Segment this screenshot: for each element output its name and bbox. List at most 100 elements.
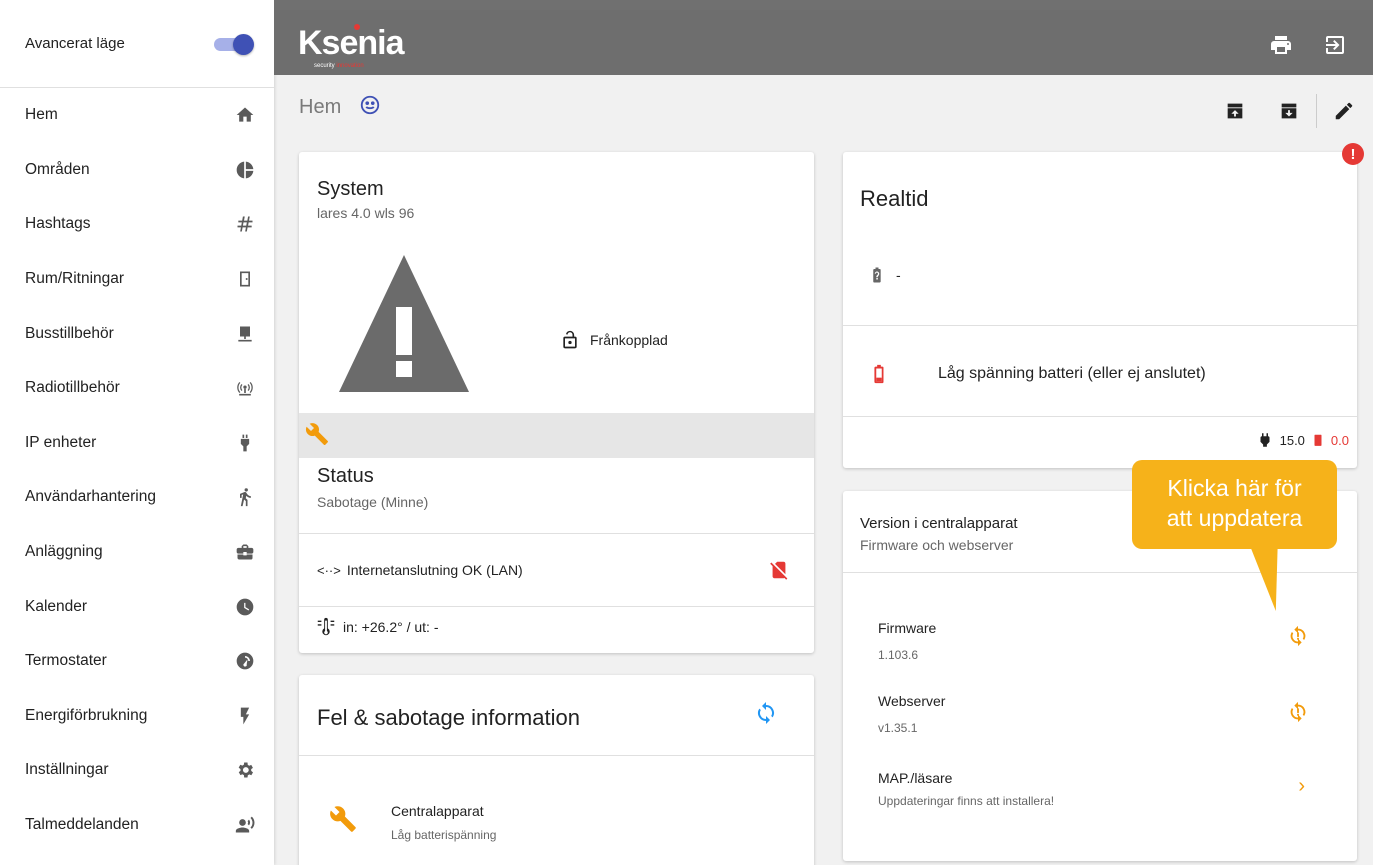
edit-pencil-icon[interactable] <box>1331 98 1357 124</box>
archive-download-icon[interactable] <box>1276 98 1302 124</box>
version-title: Version i centralapparat <box>860 515 1018 532</box>
sidebar-item-label: IP enheter <box>25 433 97 451</box>
webserver-version: v1.35.1 <box>878 721 918 735</box>
low-battery-row: Låg spänning batteri (eller ej anslutet) <box>868 363 1206 385</box>
sidebar-item-anlaggning[interactable]: Anläggning <box>0 525 274 580</box>
battery-status: - <box>868 264 901 286</box>
webserver-label: Webserver <box>878 693 946 709</box>
print-icon[interactable] <box>1269 33 1293 57</box>
battery-low-icon <box>874 364 884 384</box>
logout-icon[interactable] <box>1323 33 1347 57</box>
lightning-icon <box>234 705 256 727</box>
low-battery-text: Låg spänning batteri (eller ej anslutet) <box>938 365 1206 382</box>
logo-tagline: security innovation <box>314 63 364 69</box>
map-reader-label: MAP./läsare <box>878 770 953 786</box>
gear-icon <box>234 759 256 781</box>
logo-dot <box>354 24 360 30</box>
fault-item-subtitle: Låg batterispänning <box>391 828 497 842</box>
sidebar-item-label: Hem <box>25 106 58 124</box>
top-bar-inner: Ksenia security innovation <box>274 10 1373 75</box>
plug-icon <box>234 432 256 454</box>
door-icon <box>234 268 256 290</box>
wrench-icon <box>330 806 356 832</box>
network-status-text: Internetanslutning OK (LAN) <box>346 562 523 578</box>
actions-divider <box>1316 94 1317 128</box>
sidebar-item-radiotillbehor[interactable]: Radiotillbehör <box>0 361 274 416</box>
callout-line-2: att uppdatera <box>1166 505 1303 531</box>
update-callout: Klicka här för att uppdatera <box>1132 460 1337 549</box>
hashtag-icon <box>234 213 256 235</box>
system-title: System <box>317 178 384 200</box>
system-card: System lares 4.0 wls 96 Frånkopplad Stat… <box>299 152 814 653</box>
sidebar-nav: Hem Områden Hashtags Rum/Ritningar Busst… <box>0 88 274 852</box>
battery-value: - <box>896 267 901 283</box>
firmware-label: Firmware <box>878 620 937 636</box>
walking-person-icon <box>234 486 256 508</box>
network-code-icon: <··> <box>317 562 341 578</box>
lock-status: Frånkopplad <box>560 330 668 350</box>
sidebar-item-label: Talmeddelanden <box>25 816 139 834</box>
logo-tag-security: security <box>314 63 335 69</box>
sidebar-item-omraden[interactable]: Områden <box>0 143 274 198</box>
fault-item-title: Centralapparat <box>391 803 484 819</box>
monitor-icon <box>234 323 256 345</box>
sidebar-item-busstillbehor[interactable]: Busstillbehör <box>0 306 274 361</box>
gauge-icon <box>234 650 256 672</box>
system-subtitle: lares 4.0 wls 96 <box>317 205 415 221</box>
sidebar-item-label: Energiförbrukning <box>25 706 148 724</box>
sidebar: Avancerat läge Hem Områden Hashtags Rum/… <box>0 0 274 865</box>
speaking-person-icon <box>234 814 256 836</box>
sidebar-item-label: Områden <box>25 160 90 178</box>
sidebar-item-termostater[interactable]: Termostater <box>0 634 274 689</box>
fault-card: Fel & sabotage information Centralappara… <box>299 675 814 865</box>
sidebar-item-hem[interactable]: Hem <box>0 88 274 143</box>
sidebar-item-talmeddelanden[interactable]: Talmeddelanden <box>0 798 274 853</box>
chevron-right-icon[interactable]: › <box>1298 775 1305 798</box>
power-plug-icon <box>1260 433 1270 447</box>
map-reader-status: Uppdateringar finns att installera! <box>878 794 1055 808</box>
sidebar-item-ip-enheter[interactable]: IP enheter <box>0 416 274 471</box>
sidebar-item-rum[interactable]: Rum/Ritningar <box>0 252 274 307</box>
logo-text: Ksenia <box>298 24 404 62</box>
page-actions <box>1194 94 1357 128</box>
wrench-icon <box>305 423 328 445</box>
breadcrumb: Hem <box>299 94 381 121</box>
clock-icon <box>234 596 256 618</box>
divider <box>299 606 814 607</box>
sidebar-item-energiforbrukning[interactable]: Energiförbrukning <box>0 689 274 744</box>
divider <box>843 325 1357 326</box>
sidebar-item-label: Inställningar <box>25 761 109 779</box>
page-title: Hem <box>299 96 342 118</box>
radio-tower-icon <box>234 377 256 399</box>
webserver-update-icon[interactable] <box>1287 701 1309 723</box>
warning-triangle-icon <box>339 255 469 392</box>
advanced-mode-label: Avancerat läge <box>25 35 125 52</box>
briefcase-icon <box>234 541 256 563</box>
thermometer-icon <box>317 617 335 636</box>
sidebar-item-hashtags[interactable]: Hashtags <box>0 197 274 252</box>
temperature-row: in: +26.2° / ut: - <box>315 616 438 638</box>
sidebar-item-installningar[interactable]: Inställningar <box>0 743 274 798</box>
smiley-icon[interactable] <box>359 94 381 121</box>
status-title: Status <box>317 465 374 487</box>
divider <box>299 755 814 756</box>
temperature-text: in: +26.2° / ut: - <box>343 619 439 635</box>
logo-tag-innovation: innovation <box>336 63 364 69</box>
divider <box>299 533 814 534</box>
realtime-card: Realtid - Låg spänning batteri (eller ej… <box>843 152 1357 468</box>
advanced-mode-toggle[interactable] <box>214 33 254 55</box>
refresh-icon[interactable] <box>754 701 778 725</box>
battery-volt-value: 0.0 <box>1330 432 1349 448</box>
archive-upload-icon[interactable] <box>1222 98 1248 124</box>
version-subtitle: Firmware och webserver <box>860 537 1014 553</box>
firmware-update-icon[interactable] <box>1287 625 1309 647</box>
sidebar-item-anvandarhantering[interactable]: Användarhantering <box>0 470 274 525</box>
tamper-bar <box>299 413 814 458</box>
sidebar-item-kalender[interactable]: Kalender <box>0 579 274 634</box>
lock-status-text: Frånkopplad <box>590 332 668 348</box>
status-value: Sabotage (Minne) <box>317 494 429 510</box>
sidebar-item-label: Anläggning <box>25 543 103 561</box>
unlock-icon <box>563 330 577 349</box>
battery-red-icon <box>1314 434 1322 446</box>
alert-badge[interactable]: ! <box>1342 143 1364 165</box>
